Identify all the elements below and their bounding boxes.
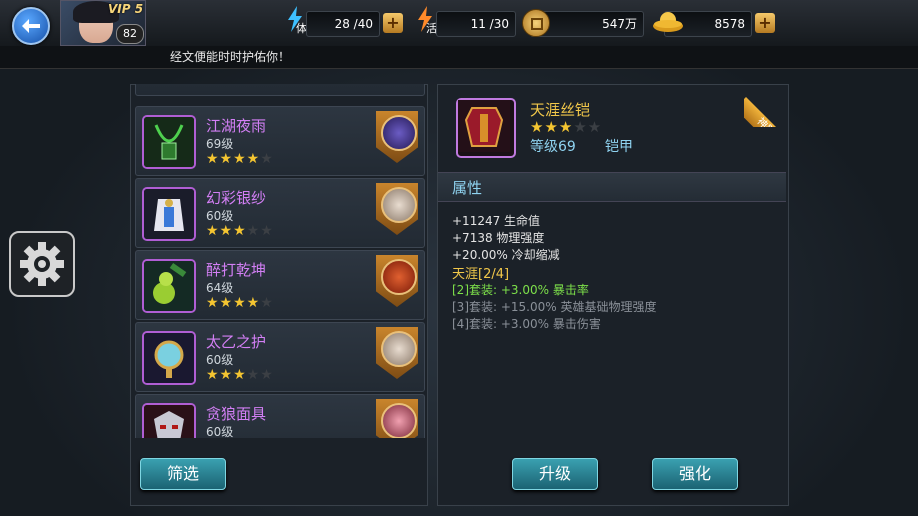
attributes-header: 属性 xyxy=(438,172,786,202)
set-title: 天涯[2/4] xyxy=(452,267,510,282)
equipment-stars: ★★★★★ xyxy=(530,118,603,136)
equipment-icon xyxy=(456,98,516,158)
item-icon-box xyxy=(142,259,196,313)
equipment-name: 天涯丝铠 xyxy=(530,101,591,119)
artifact-ribbon: 神器 xyxy=(744,84,787,127)
notice-text: 经文便能时时护佑你！ xyxy=(170,50,291,64)
item-level: 60级 xyxy=(206,209,234,223)
hero-badge xyxy=(376,399,418,438)
hero-portrait xyxy=(381,259,417,295)
hero-portrait xyxy=(381,331,417,367)
back-button[interactable] xyxy=(12,7,50,45)
equipment-level: 等级69 xyxy=(530,139,576,155)
item-icon-box xyxy=(142,187,196,241)
gold-ingot-icon xyxy=(652,11,684,33)
enhance-button[interactable]: 强化 xyxy=(652,458,738,490)
item-level: 64级 xyxy=(206,281,234,295)
hero-badge xyxy=(376,255,418,307)
list-item[interactable]: 江湖夜雨 69级 ★★★★★ xyxy=(135,106,425,176)
settings-button[interactable] xyxy=(9,231,75,297)
equipment-type: 铠甲 xyxy=(605,139,633,155)
set-bonus-active: [2]套装: +3.00% 暴击率 xyxy=(452,283,589,297)
item-name: 江湖夜雨 xyxy=(206,117,267,135)
attributes-title: 属性 xyxy=(452,179,483,197)
item-icon-box xyxy=(142,331,196,385)
armor-icon xyxy=(458,100,510,152)
item-icon-box xyxy=(142,403,196,438)
list-item[interactable]: 醉打乾坤 64级 ★★★★★ xyxy=(135,250,425,320)
robe-icon xyxy=(144,189,194,239)
attribute-line: +11247 生命值 xyxy=(452,214,541,228)
attribute-line: +7138 物理强度 xyxy=(452,231,545,245)
coins-value: 547万 xyxy=(602,17,637,31)
hero-badge xyxy=(376,183,418,235)
hero-badge xyxy=(376,111,418,163)
list-item[interactable]: 太乙之护 60级 ★★★★★ xyxy=(135,322,425,392)
list-item[interactable]: 贪狼面具 60级 ★★★★★ xyxy=(135,394,425,438)
gold-plus-button[interactable]: + xyxy=(755,13,775,33)
item-name: 幻彩银纱 xyxy=(206,189,267,207)
list-item-partial[interactable] xyxy=(135,84,425,96)
item-name: 贪狼面具 xyxy=(206,405,267,423)
hero-portrait xyxy=(381,403,417,438)
stamina-bar: 28 /40 + xyxy=(306,11,403,37)
player-level: 82 xyxy=(116,24,144,44)
item-name: 太乙之护 xyxy=(206,333,267,351)
equipment-list[interactable]: 江湖夜雨 69级 ★★★★★ 幻彩银纱 60级 ★★★★★ 醉打乾坤 64级 ★… xyxy=(133,84,425,438)
vip-label: VIP 5 xyxy=(108,2,144,16)
item-stars: ★★★★★ xyxy=(206,151,274,167)
hero-portrait xyxy=(381,187,417,223)
hero-portrait xyxy=(381,115,417,151)
stamina-plus-button[interactable]: + xyxy=(383,13,403,33)
filter-button[interactable]: 筛选 xyxy=(140,458,226,490)
item-level: 60级 xyxy=(206,353,234,367)
item-icon-box xyxy=(142,115,196,169)
gear-icon xyxy=(20,242,64,286)
list-item[interactable]: 幻彩银纱 60级 ★★★★★ xyxy=(135,178,425,248)
gourd-icon xyxy=(144,261,194,311)
item-name: 醉打乾坤 xyxy=(206,261,267,279)
notice-bar: 经文便能时时护佑你！ xyxy=(0,46,918,69)
gold-value: 8578 xyxy=(714,17,745,31)
energy-value: 11 /30 xyxy=(470,17,509,31)
item-level: 69级 xyxy=(206,137,234,151)
stamina-value: 28 /40 xyxy=(334,17,373,31)
item-stars: ★★★★★ xyxy=(206,223,274,239)
item-stars: ★★★★★ xyxy=(206,367,274,383)
attribute-line: +20.00% 冷却缩减 xyxy=(452,248,560,262)
coin-icon xyxy=(522,9,550,37)
mask-icon xyxy=(144,405,194,438)
upgrade-button[interactable]: 升级 xyxy=(512,458,598,490)
item-level: 60级 xyxy=(206,425,234,438)
necklace-icon xyxy=(144,117,194,167)
ribbon-label: 神器 xyxy=(744,97,787,127)
energy-bar: 11 /30 xyxy=(436,11,516,37)
hero-badge xyxy=(376,327,418,379)
arrow-left-icon xyxy=(22,19,40,33)
item-stars: ★★★★★ xyxy=(206,295,274,311)
top-bar: VIP 5 82 体 28 /40 + 活 11 /30 547万 8578 + xyxy=(0,0,918,47)
set-bonus-inactive: [3]套装: +15.00% 英雄基础物理强度 xyxy=(452,300,657,314)
mirror-icon xyxy=(144,333,194,383)
set-bonus-inactive: [4]套装: +3.00% 暴击伤害 xyxy=(452,317,601,331)
